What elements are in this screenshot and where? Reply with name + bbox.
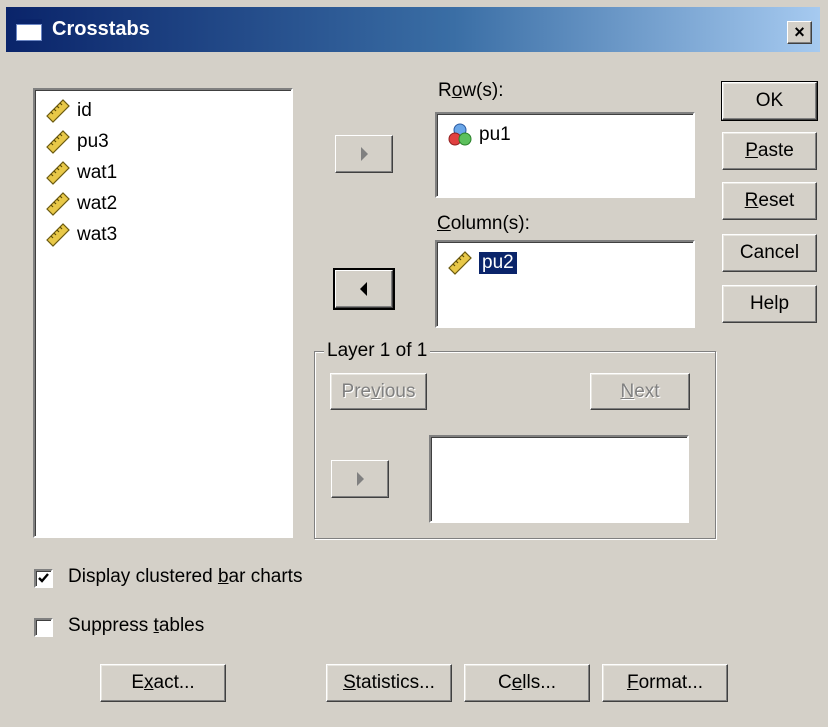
- close-button[interactable]: ×: [787, 21, 812, 44]
- paste-button[interactable]: Paste: [722, 132, 817, 170]
- format-button[interactable]: Format...: [602, 664, 728, 702]
- next-layer-button[interactable]: Next: [590, 373, 690, 410]
- column-variable-item[interactable]: pu2: [447, 248, 518, 278]
- window-title: Crosstabs: [52, 18, 150, 40]
- rows-list[interactable]: pu1: [435, 112, 695, 198]
- checkmark-icon: [38, 573, 49, 583]
- help-button[interactable]: Help: [722, 285, 817, 323]
- cells-button[interactable]: Cells...: [464, 664, 590, 702]
- cancel-button[interactable]: Cancel: [722, 234, 817, 272]
- layer-title: Layer 1 of 1: [324, 340, 431, 362]
- arrow-left-icon: [360, 282, 367, 296]
- suppress-tables-checkbox[interactable]: [34, 618, 53, 637]
- variable-name: pu3: [77, 131, 109, 152]
- source-variable-item[interactable]: id: [45, 96, 92, 126]
- variable-name: wat1: [77, 162, 118, 183]
- layer-list[interactable]: [429, 435, 689, 523]
- source-variable-list[interactable]: id pu3 wat1 wat2 wat3: [33, 88, 293, 538]
- ok-button[interactable]: OK: [721, 81, 818, 121]
- crosstabs-dialog: Crosstabs × id pu3 wat1 wat2 wat3 Row(s): pu…: [0, 0, 828, 727]
- source-variable-item[interactable]: wat1: [45, 158, 117, 188]
- window-icon: [16, 19, 42, 41]
- scale-variable-icon: [46, 161, 70, 185]
- variable-name: wat3: [77, 224, 118, 245]
- clustered-bar-charts-checkbox[interactable]: [34, 569, 53, 588]
- variable-name: pu1: [479, 124, 511, 145]
- row-variable-item[interactable]: pu1: [447, 120, 511, 150]
- statistics-button[interactable]: Statistics...: [326, 664, 452, 702]
- previous-layer-button[interactable]: Previous: [330, 373, 427, 410]
- title-bar[interactable]: Crosstabs ×: [6, 7, 820, 52]
- source-variable-item[interactable]: wat3: [45, 220, 117, 250]
- clustered-bar-charts-label[interactable]: Display clustered bar charts: [68, 566, 302, 588]
- columns-label: Column(s):: [437, 213, 530, 234]
- move-from-columns-button[interactable]: [333, 268, 395, 310]
- reset-button[interactable]: Reset: [722, 182, 817, 220]
- rows-label: Row(s):: [438, 80, 504, 101]
- arrow-right-icon: [357, 472, 364, 486]
- variable-name: wat2: [77, 193, 118, 214]
- variable-name: pu2: [478, 251, 518, 275]
- variable-name: id: [77, 100, 92, 121]
- exact-button[interactable]: Exact...: [100, 664, 226, 702]
- move-to-rows-button[interactable]: [335, 135, 393, 173]
- columns-list[interactable]: pu2: [435, 240, 695, 328]
- scale-variable-icon: [46, 223, 70, 247]
- nominal-variable-icon: [448, 123, 472, 146]
- suppress-tables-label[interactable]: Suppress tables: [68, 615, 204, 637]
- source-variable-item[interactable]: wat2: [45, 189, 117, 219]
- move-to-layer-button[interactable]: [331, 460, 389, 498]
- source-variable-item[interactable]: pu3: [45, 127, 109, 157]
- scale-variable-icon: [448, 251, 472, 275]
- scale-variable-icon: [46, 99, 70, 123]
- scale-variable-icon: [46, 192, 70, 216]
- arrow-right-icon: [361, 147, 368, 161]
- scale-variable-icon: [46, 130, 70, 154]
